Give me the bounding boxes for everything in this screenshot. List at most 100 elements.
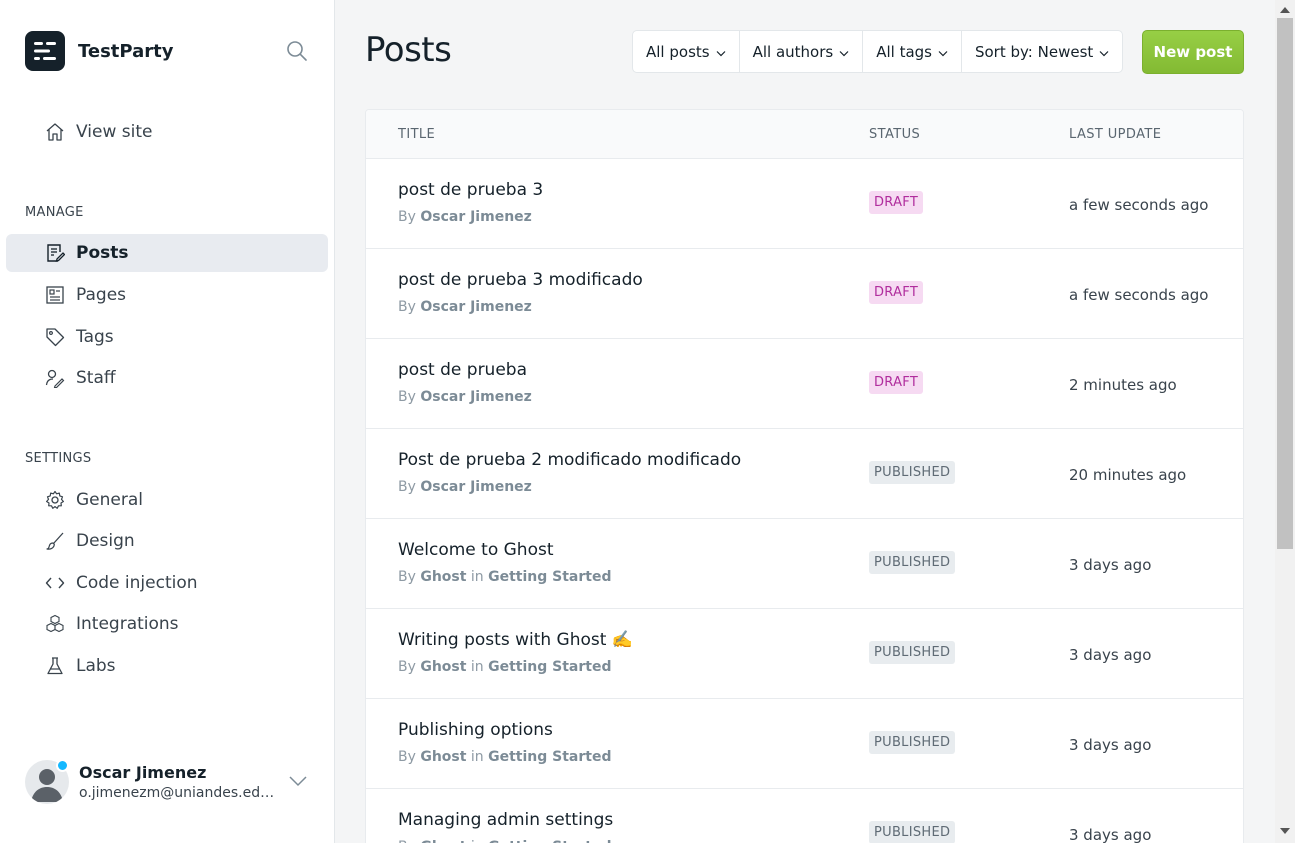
post-meta: By Ghost in Getting Started [398,659,612,675]
nav-integrations[interactable]: Integrations [6,605,328,643]
nav-posts[interactable]: Posts [6,234,328,272]
table-row[interactable]: Writing posts with Ghost ✍️ By Ghost in G… [366,609,1243,699]
column-last-update: LAST UPDATE [1069,127,1162,142]
status-badge: PUBLISHED [869,731,956,754]
post-author: Ghost [420,659,467,675]
nav-posts-label: Posts [76,243,129,263]
table-row[interactable]: post de prueba By Oscar Jimenez DRAFT 2 min… [366,339,1243,429]
post-title[interactable]: post de prueba 3 [398,180,543,200]
post-author: Oscar Jimenez [420,299,532,315]
post-title[interactable]: Publishing options [398,720,553,740]
post-title[interactable]: Managing admin settings [398,810,613,830]
new-post-button[interactable]: New post [1142,30,1244,74]
posts-table: TITLE STATUS LAST UPDATE post de prueba … [365,109,1244,843]
status-badge: DRAFT [869,191,924,214]
by-label: By [398,659,416,675]
post-meta: By Ghost in Getting Started [398,569,612,585]
nav-pages[interactable]: Pages [6,276,328,314]
gear-icon [44,489,66,511]
filter-type[interactable]: All posts [633,31,740,72]
filter-tag[interactable]: All tags [863,31,962,72]
search-icon[interactable] [285,39,309,63]
post-meta: By Oscar Jimenez [398,479,532,495]
table-row[interactable]: post de prueba 3 modificado By Oscar Jime… [366,249,1243,339]
post-meta: By Oscar Jimenez [398,209,532,225]
nav-tags[interactable]: Tags [6,318,328,356]
column-title: TITLE [398,127,436,142]
home-icon [44,121,66,143]
last-update: 3 days ago [1069,736,1152,754]
online-status-icon [56,759,69,772]
by-label: By [398,839,416,843]
brand[interactable]: TestParty [25,31,173,71]
nav-code-injection[interactable]: Code injection [6,564,328,602]
settings-heading: SETTINGS [25,451,92,466]
filter-author[interactable]: All authors [740,31,864,72]
last-update: 3 days ago [1069,556,1152,574]
nav-code-injection-label: Code injection [76,573,198,593]
chevron-down-icon[interactable] [289,772,307,791]
ghost-logo-icon [25,31,65,71]
by-label: By [398,299,416,315]
post-author: Ghost [420,569,467,585]
status-badge: PUBLISHED [869,821,956,843]
post-title[interactable]: post de prueba [398,360,527,380]
table-row[interactable]: Publishing options By Ghost in Getting St… [366,699,1243,789]
by-label: By [398,749,416,765]
user-email: o.jimenezm@uniandes.edu.co [79,785,277,801]
column-status: STATUS [869,127,921,142]
table-row[interactable]: Welcome to Ghost By Ghost in Getting Star… [366,519,1243,609]
nav-labs[interactable]: Labs [6,647,328,685]
post-meta: By Oscar Jimenez [398,299,532,315]
in-label: in [470,569,484,585]
post-author: Ghost [420,749,467,765]
filter-sort[interactable]: Sort by: Newest [962,31,1122,72]
nav-view-site[interactable]: View site [6,113,328,151]
scroll-thumb[interactable] [1277,18,1293,549]
table-row[interactable]: Managing admin settings By Ghost in Getti… [366,789,1243,843]
status-badge: DRAFT [869,281,924,304]
post-tag: Getting Started [488,749,612,765]
posts-icon [44,242,66,264]
nav-general-label: General [76,490,143,510]
nav-pages-label: Pages [76,285,127,305]
post-author: Oscar Jimenez [420,209,532,225]
last-update: a few seconds ago [1069,286,1209,304]
last-update: a few seconds ago [1069,196,1209,214]
post-title[interactable]: Welcome to Ghost [398,540,554,560]
in-label: in [470,659,484,675]
by-label: By [398,479,416,495]
code-icon [44,572,66,594]
status-badge: DRAFT [869,371,924,394]
table-body: post de prueba 3 By Oscar Jimenez DRAFT a f… [366,159,1243,843]
nav-design-label: Design [76,531,135,551]
post-meta: By Ghost in Getting Started [398,749,612,765]
status-badge: PUBLISHED [869,551,956,574]
by-label: By [398,209,416,225]
nav-general[interactable]: General [6,481,328,519]
post-author: Ghost [420,839,466,843]
scroll-up-icon[interactable] [1280,7,1290,13]
post-title[interactable]: Post de prueba 2 modificado modificado [398,450,741,470]
site-name: TestParty [78,40,174,62]
manage-heading: MANAGE [25,205,84,220]
by-label: By [398,569,416,585]
page-scrollbar[interactable] [1275,0,1295,843]
post-title[interactable]: Writing posts with Ghost ✍️ [398,630,633,650]
chevron-down-icon [839,43,849,61]
post-author: Oscar Jimenez [420,389,532,405]
in-label: in [470,749,484,765]
post-meta: By Oscar Jimenez [398,389,532,405]
table-row[interactable]: Post de prueba 2 modificado modificado By… [366,429,1243,519]
nav-design[interactable]: Design [6,522,328,560]
user-menu[interactable]: Oscar Jimenez o.jimenezm@uniandes.edu.co [25,758,315,806]
nav-labs-label: Labs [76,656,116,676]
chevron-down-icon [1099,43,1109,61]
post-title[interactable]: post de prueba 3 modificado [398,270,643,290]
table-row[interactable]: post de prueba 3 By Oscar Jimenez DRAFT a f… [366,159,1243,249]
scroll-down-icon[interactable] [1280,828,1290,834]
tag-icon [44,326,66,348]
page-title: Posts [365,30,452,70]
nav-staff[interactable]: Staff [6,359,328,397]
chevron-down-icon [938,43,948,61]
